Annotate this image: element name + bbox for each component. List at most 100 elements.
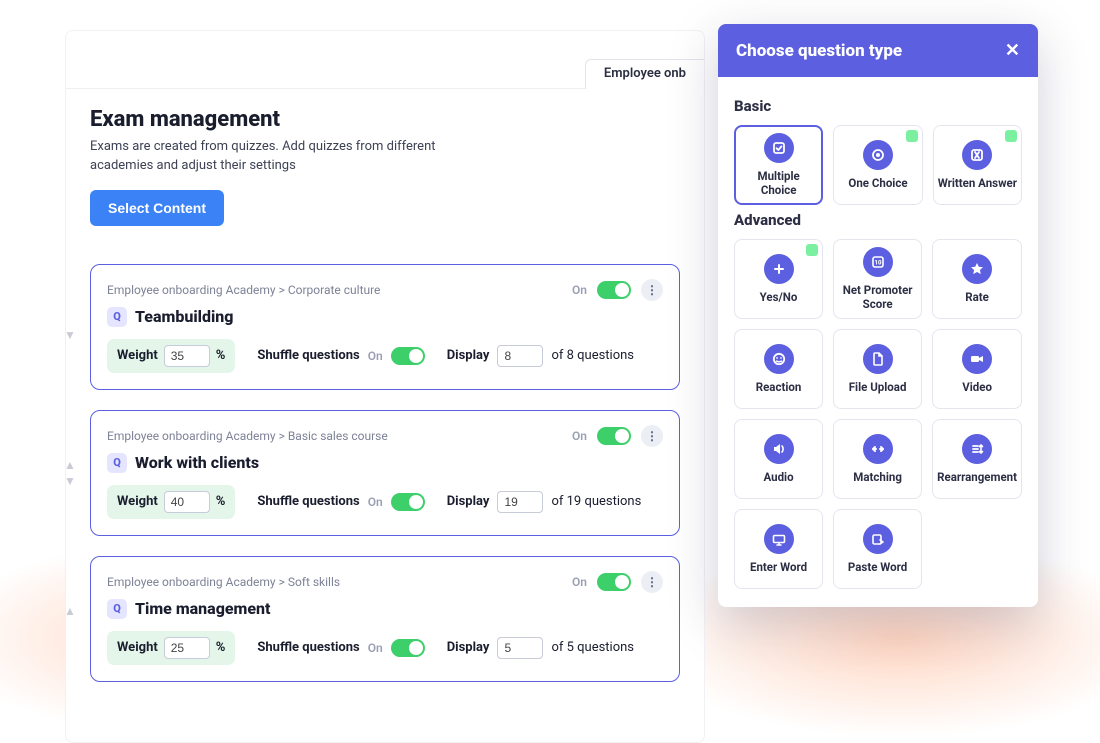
reorder-up[interactable]: ▲ [64, 459, 76, 471]
weight-input[interactable] [164, 491, 210, 513]
kebab-icon: ⋮ [646, 575, 658, 589]
modal-header: Choose question type ✕ [718, 24, 1038, 77]
close-icon: ✕ [1005, 40, 1020, 61]
reorder-down[interactable]: ▼ [64, 329, 76, 341]
quiz-badge-icon: Q [107, 599, 127, 619]
more-menu-button[interactable]: ⋮ [641, 279, 663, 301]
on-label: On [368, 495, 383, 509]
video-icon [962, 344, 992, 374]
question-type-modal: Choose question type ✕ Basic Multiple Ch… [718, 24, 1038, 607]
qtype-rate[interactable]: Rate [932, 239, 1022, 319]
quiz-title: Work with clients [135, 453, 259, 472]
on-label: On [572, 429, 587, 443]
more-menu-button[interactable]: ⋮ [641, 425, 663, 447]
close-button[interactable]: ✕ [1005, 40, 1020, 61]
qtype-label: Net Promoter Score [834, 284, 921, 312]
display-total: of 19 questions [551, 494, 641, 509]
top-tab[interactable]: Employee onb [585, 59, 704, 89]
reorder-up[interactable]: ▲ [64, 605, 76, 617]
qtype-written-answer[interactable]: Written Answer [933, 125, 1022, 205]
yes-no-icon [764, 254, 794, 284]
nps-icon: 10 [863, 247, 893, 277]
qtype-label: Written Answer [934, 177, 1021, 191]
qtype-paste-word[interactable]: Paste Word [833, 509, 922, 589]
qtype-label: Yes/No [756, 291, 802, 305]
page-title: Exam management [90, 107, 680, 132]
qtype-label: File Upload [845, 381, 911, 395]
qtype-label: Rearrangement [933, 471, 1021, 485]
feature-tag [806, 244, 818, 256]
written-answer-icon [962, 140, 992, 170]
shuffle-toggle[interactable] [391, 493, 425, 511]
quiz-breadcrumb: Employee onboarding Academy > Soft skill… [107, 575, 340, 589]
audio-icon [764, 434, 794, 464]
enter-word-icon [764, 524, 794, 554]
feature-tag [906, 130, 918, 142]
on-label: On [572, 283, 587, 297]
qtype-label: Rate [961, 291, 993, 305]
quiz-badge-icon: Q [107, 307, 127, 327]
svg-text:10: 10 [874, 259, 881, 266]
exam-management-card: Employee onb Exam management Exams are c… [65, 30, 705, 743]
display-input[interactable] [497, 491, 543, 513]
qtype-nps[interactable]: 10 Net Promoter Score [833, 239, 922, 319]
display-label: Display [447, 348, 490, 363]
quiz-breadcrumb: Employee onboarding Academy > Corporate … [107, 283, 380, 297]
kebab-icon: ⋮ [646, 429, 658, 443]
quiz-breadcrumb: Employee onboarding Academy > Basic sale… [107, 429, 388, 443]
one-choice-icon [863, 140, 893, 170]
qtype-matching[interactable]: Matching [833, 419, 922, 499]
qtype-multiple-choice[interactable]: Multiple Choice [734, 125, 823, 205]
reorder-controls: ▲▼ [64, 459, 76, 487]
weight-control: Weight% [107, 339, 235, 373]
qtype-video[interactable]: Video [932, 329, 1022, 409]
qtype-rearrangement[interactable]: Rearrangement [932, 419, 1022, 499]
qtype-audio[interactable]: Audio [734, 419, 823, 499]
shuffle-label: Shuffle questions [257, 494, 359, 509]
file-upload-icon [863, 344, 893, 374]
basic-heading: Basic [734, 97, 1022, 115]
qtype-one-choice[interactable]: One Choice [833, 125, 922, 205]
rate-icon [962, 254, 992, 284]
advanced-heading: Advanced [734, 211, 1022, 229]
weight-control: Weight% [107, 485, 235, 519]
paste-word-icon [863, 524, 893, 554]
qtype-label: Reaction [752, 381, 806, 395]
weight-input[interactable] [164, 345, 210, 367]
more-menu-button[interactable]: ⋮ [641, 571, 663, 593]
enable-toggle[interactable] [597, 281, 631, 299]
enable-toggle[interactable] [597, 427, 631, 445]
on-label: On [572, 575, 587, 589]
reorder-controls: ▲▼ [64, 605, 76, 633]
qtype-label: Enter Word [746, 561, 811, 575]
shuffle-toggle[interactable] [391, 347, 425, 365]
qtype-file-upload[interactable]: File Upload [833, 329, 922, 409]
qtype-label: Multiple Choice [736, 170, 821, 198]
qtype-enter-word[interactable]: Enter Word [734, 509, 823, 589]
qtype-yes-no[interactable]: Yes/No [734, 239, 823, 319]
enable-toggle[interactable] [597, 573, 631, 591]
quiz-title: Teambuilding [135, 307, 233, 326]
quiz-row: ▲▼Employee onboarding Academy > Corporat… [90, 264, 680, 390]
qtype-label: Matching [849, 471, 906, 485]
qtype-reaction[interactable]: Reaction [734, 329, 823, 409]
page-subtitle: Exams are created from quizzes. Add quiz… [90, 138, 450, 176]
select-content-button[interactable]: Select Content [90, 190, 224, 226]
quiz-card: Employee onboarding Academy > Soft skill… [90, 556, 680, 682]
quiz-card: Employee onboarding Academy > Corporate … [90, 264, 680, 390]
matching-icon [863, 434, 893, 464]
percent-label: % [216, 494, 226, 509]
qtype-label: Paste Word [844, 561, 911, 575]
qtype-label: Video [958, 381, 996, 395]
display-label: Display [447, 494, 490, 509]
kebab-icon: ⋮ [646, 283, 658, 297]
reorder-down[interactable]: ▼ [64, 475, 76, 487]
on-label: On [368, 349, 383, 363]
reaction-icon [764, 344, 794, 374]
display-input[interactable] [497, 345, 543, 367]
shuffle-label: Shuffle questions [257, 348, 359, 363]
quiz-title: Time management [135, 599, 271, 618]
quiz-row: ▲▼Employee onboarding Academy > Soft ski… [90, 556, 680, 682]
modal-title: Choose question type [736, 41, 902, 61]
reorder-controls: ▲▼ [64, 313, 76, 341]
